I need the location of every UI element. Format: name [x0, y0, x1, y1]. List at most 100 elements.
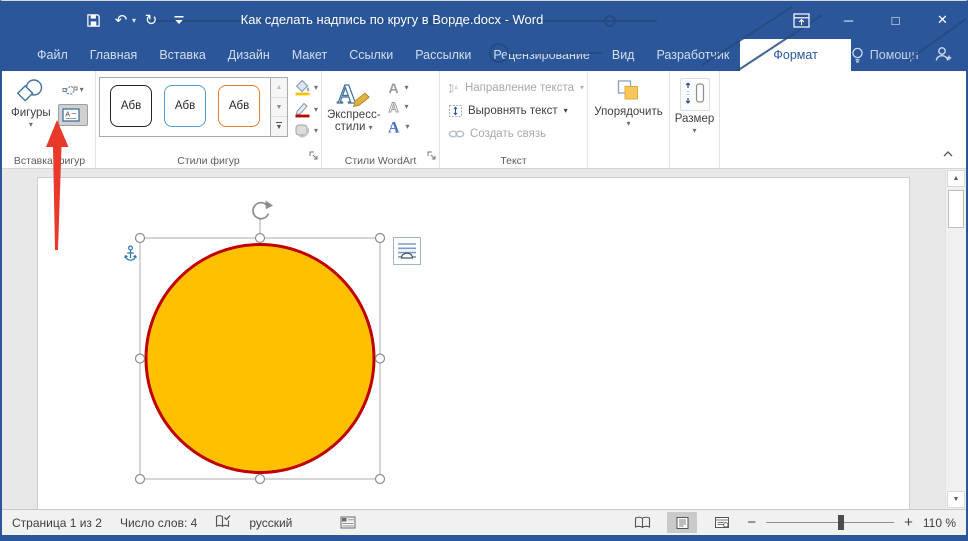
status-bar: Страница 1 из 2 Число слов: 4 русский	[2, 509, 966, 535]
draw-text-box-button[interactable]: A	[58, 104, 88, 126]
proofing-status-button[interactable]	[215, 514, 231, 532]
tab-references[interactable]: Ссылки	[338, 39, 404, 71]
resize-handle-ne[interactable]	[376, 234, 385, 243]
tab-file[interactable]: Файл	[26, 39, 79, 71]
zoom-slider-thumb[interactable]	[838, 515, 844, 530]
macro-record-button[interactable]	[340, 516, 356, 529]
tab-layout[interactable]: Макет	[281, 39, 338, 71]
tab-format-active[interactable]: Формат	[740, 39, 850, 71]
quick-styles-button[interactable]: А Экспресс- стили ▾	[325, 75, 383, 152]
arrange-button[interactable]: Упорядочить ▾	[590, 75, 666, 152]
minimize-button[interactable]: ─	[825, 1, 872, 39]
align-text-button[interactable]: Выровнять текст ▾	[448, 101, 584, 121]
vertical-scrollbar[interactable]: ▲ ▼	[945, 169, 966, 509]
save-icon	[86, 13, 101, 28]
maximize-button[interactable]: □	[872, 1, 919, 39]
quick-access-toolbar: ↶ ▾ ↻	[2, 7, 192, 33]
chevron-up-icon	[942, 150, 954, 158]
shape-style-preset-black[interactable]: Абв	[110, 85, 152, 127]
group-arrange: Упорядочить ▾	[588, 71, 670, 168]
text-direction-icon: A	[448, 82, 460, 95]
scrollbar-thumb[interactable]	[948, 190, 964, 228]
tab-insert[interactable]: Вставка	[148, 39, 216, 71]
resize-handle-e[interactable]	[376, 354, 385, 363]
read-mode-button[interactable]	[627, 512, 657, 533]
scroll-up-button[interactable]: ▲	[947, 170, 965, 187]
svg-text:А: А	[388, 120, 400, 136]
resize-handle-sw[interactable]	[136, 475, 145, 484]
align-text-icon	[448, 104, 463, 118]
zoom-level[interactable]: 110 %	[923, 516, 956, 530]
wordart-format-buttons: A ▾ A ▾ А ▾	[385, 75, 412, 152]
scroll-down-button[interactable]: ▼	[947, 491, 965, 508]
lightbulb-icon	[851, 47, 864, 64]
undo-button[interactable]: ↶	[108, 7, 134, 33]
tab-view[interactable]: Вид	[601, 39, 646, 71]
shape-fill-button[interactable]: ▾	[292, 78, 320, 97]
chevron-down-icon: ▾	[580, 84, 584, 92]
gallery-scroll-down-button[interactable]: ▼	[271, 98, 287, 118]
shape-style-gallery: Абв Абв Абв ▲ ▼ ▼	[99, 77, 288, 137]
gallery-more-button[interactable]: ▼	[271, 117, 287, 136]
collapse-ribbon-button[interactable]	[942, 145, 954, 163]
ribbon-display-options-icon	[793, 13, 810, 28]
read-mode-icon	[634, 516, 651, 529]
oval-shape[interactable]	[146, 245, 374, 473]
text-effects-button[interactable]: А ▾	[385, 117, 412, 136]
tab-row-right: Помощн	[851, 39, 968, 71]
resize-handle-nw[interactable]	[136, 234, 145, 243]
shape-outline-button[interactable]: ▾	[292, 100, 320, 119]
quick-styles-label-line2-text: стили	[335, 121, 366, 133]
text-outline-button[interactable]: A ▾	[385, 98, 412, 115]
wordart-dialog-launcher[interactable]	[427, 148, 437, 166]
word-count[interactable]: Число слов: 4	[120, 516, 197, 530]
tab-mailings[interactable]: Рассылки	[404, 39, 482, 71]
language-indicator[interactable]: русский	[249, 516, 292, 530]
text-direction-button[interactable]: A Направление текста ▾	[448, 78, 584, 98]
size-icon-frame	[680, 78, 710, 111]
zoom-slider[interactable]	[766, 515, 894, 530]
shapes-label: Фигуры	[11, 107, 51, 119]
gallery-scroll-up-button[interactable]: ▲	[271, 78, 287, 98]
redo-button[interactable]: ↻	[138, 7, 164, 33]
size-button[interactable]: Размер ▾	[671, 75, 719, 152]
resize-handle-w[interactable]	[136, 354, 145, 363]
text-fill-button[interactable]: A ▾	[385, 79, 412, 96]
shape-styles-dialog-launcher[interactable]	[309, 148, 319, 166]
web-layout-button[interactable]	[707, 512, 737, 533]
ribbon-display-options-button[interactable]	[778, 1, 825, 39]
create-link-button[interactable]: Создать связь	[448, 124, 584, 144]
shapes-button[interactable]: Фигуры ▾	[7, 75, 55, 152]
resize-handle-n[interactable]	[256, 234, 265, 243]
layout-options-button[interactable]	[393, 237, 421, 265]
status-right: − + 110 %	[627, 512, 956, 533]
customize-qat-button[interactable]	[166, 7, 192, 33]
tab-design[interactable]: Дизайн	[217, 39, 281, 71]
resize-handle-se[interactable]	[376, 475, 385, 484]
shape-style-preset-orange[interactable]: Абв	[218, 85, 260, 127]
zoom-in-button[interactable]: +	[904, 515, 913, 530]
shape-style-preset-blue[interactable]: Абв	[164, 85, 206, 127]
tab-home[interactable]: Главная	[79, 39, 149, 71]
save-button[interactable]	[80, 7, 106, 33]
zoom-out-button[interactable]: −	[747, 515, 756, 530]
chevron-down-icon: ▾	[405, 103, 409, 111]
page-indicator[interactable]: Страница 1 из 2	[12, 516, 102, 530]
more-styles-icon: ▼	[276, 122, 283, 131]
print-layout-button[interactable]	[667, 512, 697, 533]
shape-effects-button[interactable]: ▾	[292, 122, 320, 139]
size-icon	[683, 80, 707, 106]
tab-review[interactable]: Рецензирование	[482, 39, 601, 71]
close-button[interactable]: ✕	[919, 1, 966, 39]
tab-developer[interactable]: Разработчик	[645, 39, 740, 71]
shape-format-buttons: ▾ ▾ ▾	[292, 75, 320, 152]
undo-dropdown[interactable]: ▾	[132, 16, 136, 25]
svg-text:A: A	[388, 99, 398, 114]
edit-shape-button[interactable]: ▾	[58, 80, 88, 100]
share-button[interactable]	[934, 46, 953, 65]
shape-effects-icon	[294, 123, 311, 138]
person-add-icon	[934, 46, 953, 62]
tell-me-assistant[interactable]: Помощн	[851, 47, 919, 64]
resize-handle-s[interactable]	[256, 475, 265, 484]
rotate-handle[interactable]	[253, 201, 273, 219]
